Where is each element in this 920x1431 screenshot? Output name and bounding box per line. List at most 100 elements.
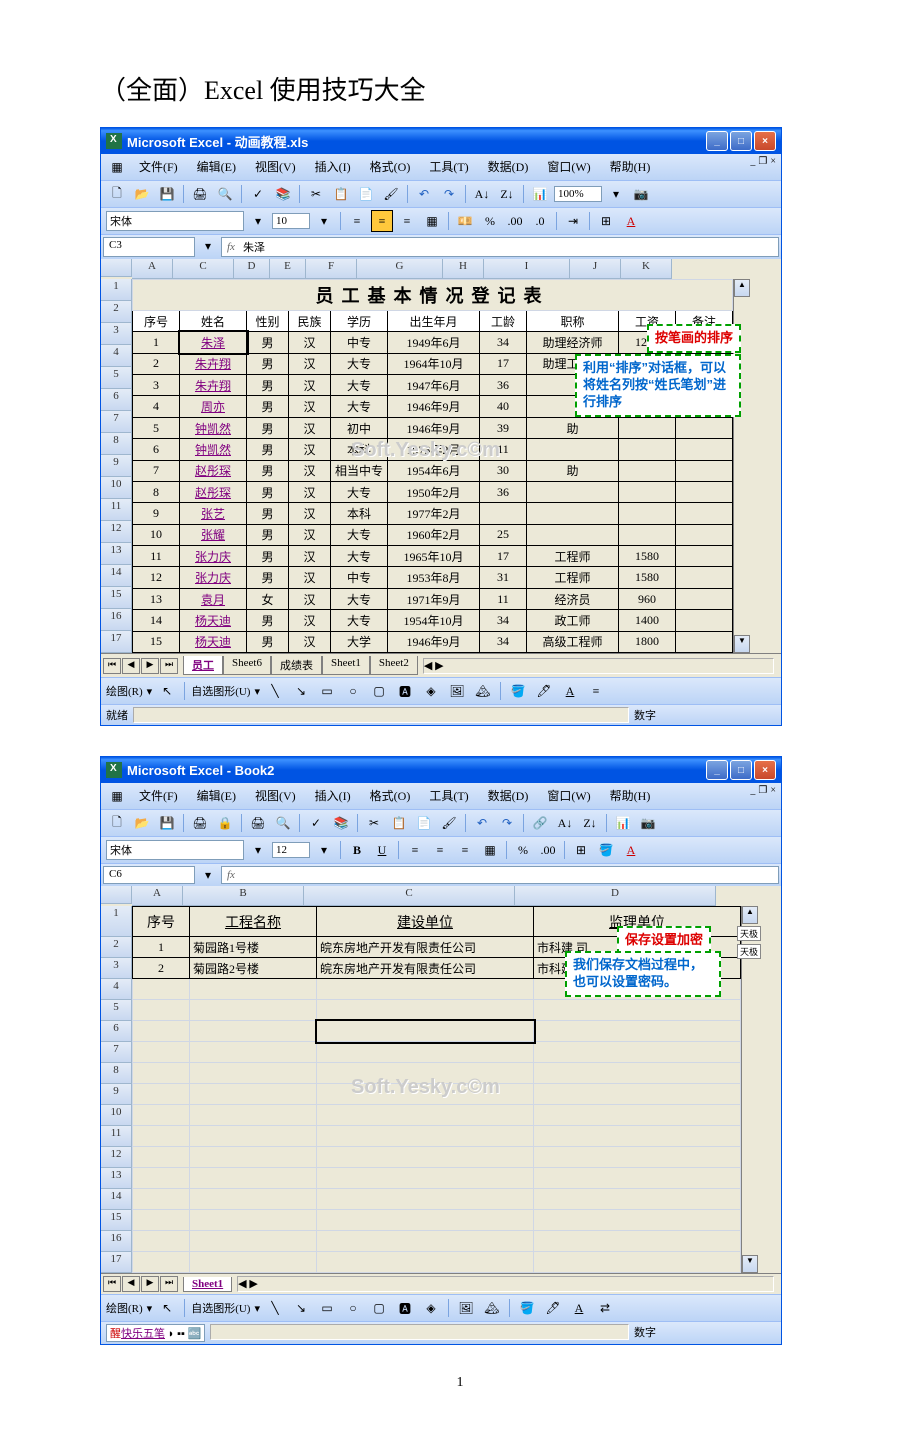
close-button[interactable]: × [754,760,776,780]
doc-restore[interactable]: ❐ [758,156,767,178]
row-header[interactable]: 10 [101,1105,132,1126]
fill-color-icon[interactable]: 🪣 [507,680,529,702]
align-center-icon[interactable]: ≡ [371,210,393,232]
size-dropdown-icon[interactable]: ▾ [313,210,335,232]
col-header[interactable]: D [234,259,270,279]
redo-icon[interactable]: ↷ [496,812,518,834]
formula-area[interactable]: fx朱泽 [221,237,779,257]
redo-icon[interactable]: ↷ [438,183,460,205]
autoshape-menu[interactable]: 自选图形(U) [191,683,250,699]
wordart-icon[interactable]: 🅰 [394,1297,416,1319]
menu-file[interactable]: 文件(F) [131,156,186,178]
menu-view[interactable]: 视图(V) [247,156,304,178]
chart-icon[interactable]: 📊 [529,183,551,205]
sort-asc-icon[interactable]: A↓ [471,183,493,205]
open-icon[interactable]: 📂 [131,183,153,205]
autoshape-menu[interactable]: 自选图形(U) [191,1300,250,1316]
hyperlink-icon[interactable]: 🔗 [529,812,551,834]
col-header[interactable]: A [132,886,183,906]
print2-icon[interactable]: 🖨 [247,812,269,834]
sort-desc-icon[interactable]: Z↓ [496,183,518,205]
camera-icon[interactable]: 📷 [637,812,659,834]
sheet-tab[interactable]: Sheet1 [322,656,370,675]
align-center-icon[interactable]: ≡ [429,839,451,861]
menu-file[interactable]: 文件(F) [131,785,186,807]
row-header[interactable]: 15 [101,587,132,609]
name-box[interactable]: C6 [103,866,195,884]
align-right-icon[interactable]: ≡ [396,210,418,232]
bold-icon[interactable]: B [346,839,368,861]
vertical-scrollbar[interactable]: ▲ ▼ [741,906,758,1273]
permission-icon[interactable]: 🔒 [214,812,236,834]
row-header[interactable]: 5 [101,367,132,389]
row-header[interactable]: 16 [101,609,132,631]
zoom-dropdown-icon[interactable]: ▾ [605,183,627,205]
doc-minimize[interactable]: _ [750,156,755,178]
print-icon[interactable]: 🖨 [189,812,211,834]
rect-icon[interactable]: ▭ [316,1297,338,1319]
paste-icon[interactable]: 📄 [413,812,435,834]
menu-view[interactable]: 视图(V) [247,785,304,807]
clipart-icon[interactable]: 🖼 [446,680,468,702]
textbox-icon[interactable]: ▢ [368,680,390,702]
row-header[interactable]: 17 [101,1252,132,1273]
row-header[interactable]: 12 [101,521,132,543]
font-color-draw-icon[interactable]: A [559,680,581,702]
format-painter-icon[interactable]: 🖌 [438,812,460,834]
name-box[interactable]: C3 [103,237,195,257]
row-header[interactable]: 11 [101,499,132,521]
align-left-icon[interactable]: ≡ [346,210,368,232]
sheet-tab[interactable]: Sheet1 [183,1277,232,1292]
menu-data[interactable]: 数据(D) [480,785,537,807]
percent-icon[interactable]: % [479,210,501,232]
tab-first-icon[interactable]: ⏮ [103,658,121,674]
menu-tools[interactable]: 工具(T) [421,785,476,807]
row-header[interactable]: 8 [101,1063,132,1084]
row-header[interactable]: 3 [101,323,132,345]
row-header[interactable]: 7 [101,1042,132,1063]
line-color-icon[interactable]: 🖊 [533,680,555,702]
scroll-down-icon[interactable]: ▼ [734,635,750,653]
preview-icon[interactable]: 🔍 [272,812,294,834]
spell-icon[interactable]: ✓ [305,812,327,834]
col-header[interactable]: I [484,259,570,279]
col-header[interactable]: G [357,259,443,279]
merge-icon[interactable]: ▦ [421,210,443,232]
save-icon[interactable]: 💾 [156,812,178,834]
line-icon[interactable]: ╲ [264,1297,286,1319]
select-all-corner[interactable] [101,259,132,277]
font-size-box[interactable]: 12 [272,842,310,858]
row-header[interactable]: 4 [101,979,132,1000]
currency-icon[interactable]: 💴 [454,210,476,232]
row-header[interactable]: 10 [101,477,132,499]
line-color-icon[interactable]: 🖊 [542,1297,564,1319]
menu-format[interactable]: 格式(O) [362,785,419,807]
sheet-tab[interactable]: Sheet2 [370,656,418,675]
ime-indicator[interactable]: 醒快乐五笔 ◗ ▪▪ 🔤 [106,1324,205,1342]
menu-edit[interactable]: 编辑(E) [189,785,244,807]
sheet-tab[interactable]: Sheet6 [223,656,271,675]
col-header[interactable]: A [132,259,173,279]
paste-icon[interactable]: 📄 [355,183,377,205]
menu-window[interactable]: 窗口(W) [539,785,598,807]
indent-icon[interactable]: ⇥ [562,210,584,232]
picture-icon[interactable]: 🏔 [481,1297,503,1319]
col-header[interactable]: K [621,259,672,279]
save-icon[interactable]: 💾 [156,183,178,205]
undo-icon[interactable]: ↶ [413,183,435,205]
font-color-icon[interactable]: A [620,839,642,861]
font-name-box[interactable]: 宋体 [106,211,244,231]
merge-icon[interactable]: ▦ [479,839,501,861]
minimize-button[interactable]: _ [706,131,728,151]
pointer-icon[interactable]: ↖ [156,1297,178,1319]
chart-icon[interactable]: 📊 [612,812,634,834]
border-icon[interactable]: ⊞ [595,210,617,232]
fill-color-icon[interactable]: 🪣 [595,839,617,861]
fill-color-icon[interactable]: 🪣 [516,1297,538,1319]
percent-icon[interactable]: % [512,839,534,861]
select-all-corner[interactable] [101,886,132,904]
open-icon[interactable]: 📂 [131,812,153,834]
picture-icon[interactable]: 🏔 [472,680,494,702]
undo-icon[interactable]: ↶ [471,812,493,834]
diagram-icon[interactable]: ◈ [420,680,442,702]
